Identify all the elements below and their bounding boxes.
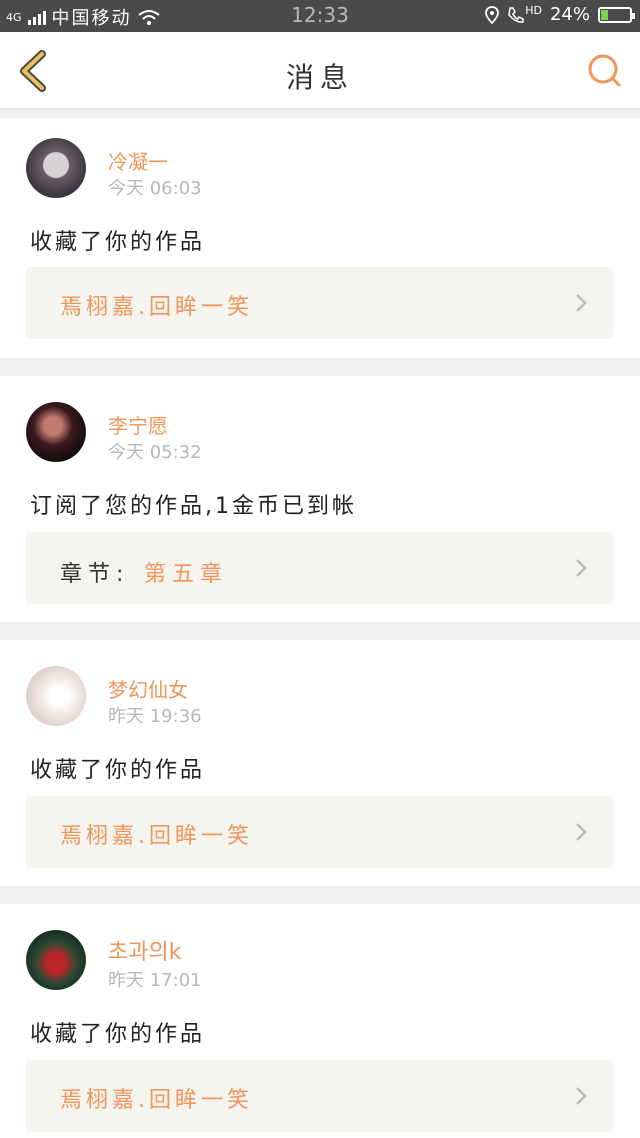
- chevron-right-icon: [576, 1087, 587, 1105]
- battery-percent: 24%: [549, 4, 590, 25]
- work-link[interactable]: 焉栩嘉.回眸一笑: [26, 1060, 613, 1132]
- sender-name[interactable]: 李宁愿: [108, 410, 168, 439]
- work-link[interactable]: 焉栩嘉.回眸一笑: [26, 267, 613, 339]
- page-title: 消息: [285, 61, 354, 94]
- chapter-link[interactable]: 章节: 第五章: [26, 532, 613, 604]
- chapter-value: 第五章: [144, 562, 229, 587]
- hd-badge: HD: [525, 4, 542, 17]
- message-card[interactable]: 초과의k 昨天 17:01 收藏了你的作品 焉栩嘉.回眸一笑: [0, 904, 640, 1138]
- message-action: 订阅了您的作品,1金币已到帐: [30, 494, 357, 519]
- call-icon: [508, 6, 524, 23]
- message-action: 收藏了你的作品: [30, 230, 206, 255]
- battery-icon: [598, 6, 635, 23]
- app-header: 消息: [0, 32, 640, 110]
- message-card[interactable]: 李宁愿 今天 05:32 订阅了您的作品,1金币已到帐 章节: 第五章: [0, 376, 640, 622]
- location-icon: [485, 5, 500, 24]
- avatar[interactable]: [26, 402, 86, 462]
- message-action: 收藏了你的作品: [30, 1022, 206, 1047]
- sender-name[interactable]: 梦幻仙女: [108, 674, 188, 703]
- search-icon[interactable]: [586, 52, 622, 88]
- message-card[interactable]: 梦幻仙女 昨天 19:36 收藏了你的作品 焉栩嘉.回眸一笑: [0, 640, 640, 886]
- message-time: 昨天 17:01: [108, 970, 202, 991]
- chevron-right-icon: [576, 559, 587, 577]
- avatar[interactable]: [26, 138, 86, 198]
- message-time: 今天 05:32: [108, 442, 202, 463]
- chevron-right-icon: [576, 823, 587, 841]
- work-title: 焉栩嘉.回眸一笑: [60, 824, 253, 849]
- message-card[interactable]: 冷凝一 今天 06:03 收藏了你的作品 焉栩嘉.回眸一笑: [0, 118, 640, 358]
- sender-name[interactable]: 초과의k: [108, 934, 181, 966]
- message-time: 今天 06:03: [108, 178, 202, 199]
- avatar[interactable]: [26, 666, 86, 726]
- chevron-right-icon: [576, 294, 587, 312]
- work-link[interactable]: 焉栩嘉.回眸一笑: [26, 796, 613, 868]
- work-title: 焉栩嘉.回眸一笑: [60, 295, 253, 320]
- message-action: 收藏了你的作品: [30, 758, 206, 783]
- chapter-label: 章节:: [60, 562, 130, 587]
- avatar[interactable]: [26, 930, 86, 990]
- message-time: 昨天 19:36: [108, 706, 202, 727]
- status-bar: 4G 中国移动 12:33 HD 24%: [0, 0, 640, 32]
- work-title: 焉栩嘉.回眸一笑: [60, 1088, 253, 1113]
- sender-name[interactable]: 冷凝一: [108, 146, 168, 175]
